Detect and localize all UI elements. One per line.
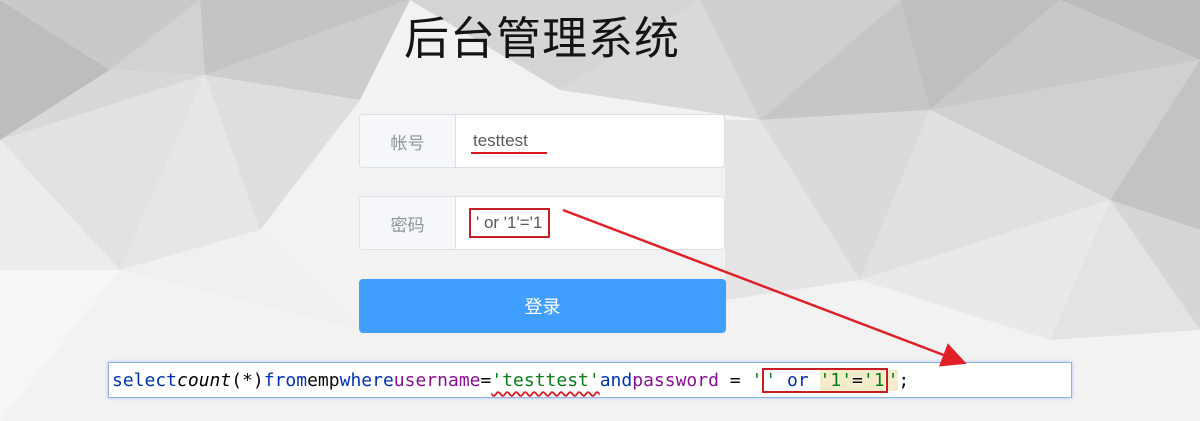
- sql-table: emp: [307, 369, 340, 391]
- login-button[interactable]: 登录: [359, 279, 726, 333]
- sql-string-one-b: '1: [862, 369, 885, 391]
- password-label: 密码: [360, 197, 456, 249]
- sql-keyword-where: where: [339, 369, 394, 391]
- sql-string-username: 'testtest': [491, 369, 600, 391]
- username-label: 帐号: [360, 115, 456, 167]
- sql-keyword-and: and: [599, 369, 633, 391]
- sql-string-one-a: '1': [819, 369, 853, 391]
- sql-keyword-or: or: [786, 369, 809, 391]
- username-value: testtest: [473, 131, 528, 150]
- sql-column-username: username: [393, 369, 481, 391]
- sql-args: (*): [231, 369, 264, 391]
- sql-equals-2: =: [718, 369, 752, 391]
- page-title: 后台管理系统: [403, 12, 680, 65]
- annotation-underline: [471, 152, 547, 154]
- sql-code-line: select count (*) from emp where username =…: [108, 362, 1072, 398]
- sql-equals-3: =: [852, 369, 863, 391]
- sql-string-close: ': [765, 369, 777, 391]
- sql-injection-highlight: ' or '1'='1: [762, 367, 888, 393]
- username-field[interactable]: 帐号 testtest: [359, 114, 725, 168]
- password-value: ' or '1'='1: [469, 208, 551, 238]
- sql-keyword-select: select: [112, 369, 178, 391]
- username-input[interactable]: testtest: [456, 115, 724, 167]
- password-input[interactable]: ' or '1'='1: [456, 197, 724, 249]
- sql-string-end: ': [887, 369, 899, 391]
- sql-equals: =: [480, 369, 492, 391]
- sql-string-open: ': [751, 369, 763, 391]
- password-field[interactable]: 密码 ' or '1'='1: [359, 196, 725, 250]
- sql-semicolon: ;: [898, 369, 910, 391]
- sql-function-count: count: [177, 369, 232, 391]
- sql-column-password: password: [632, 369, 719, 391]
- sql-keyword-from: from: [263, 369, 308, 391]
